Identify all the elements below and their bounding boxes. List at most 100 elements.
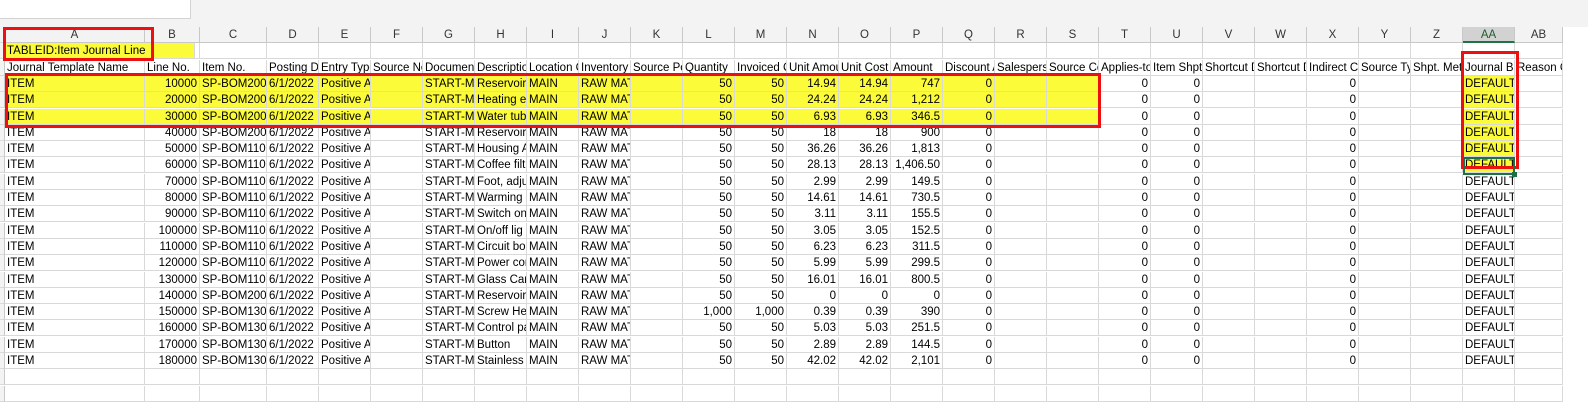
data-cell[interactable]: 180000 [145,353,200,369]
empty-cell[interactable] [1359,385,1411,402]
data-cell[interactable]: ITEM [5,320,145,337]
column-header-ab[interactable]: AB [1515,27,1563,43]
data-cell[interactable]: 0 [1151,255,1203,272]
data-cell[interactable]: START-MA [423,173,475,190]
data-cell[interactable]: 50 [735,173,787,190]
data-cell[interactable]: DEFAULT [1463,206,1515,223]
empty-cell[interactable] [145,385,200,402]
data-cell[interactable]: SP-BOM1107 [200,238,267,255]
data-cell[interactable]: 0 [1151,287,1203,304]
data-cell[interactable]: MAIN [527,141,579,158]
data-cell[interactable]: SP-BOM1105 [200,206,267,223]
data-cell[interactable]: 100000 [145,222,200,239]
data-cell[interactable] [371,141,423,158]
data-cell[interactable]: Control pa [475,320,527,337]
field-header-cell[interactable]: Inventory [579,59,631,76]
data-cell[interactable]: RAW MAT [579,92,631,109]
empty-cell[interactable] [1307,369,1359,386]
data-cell[interactable] [1047,238,1099,255]
data-cell[interactable] [1515,320,1563,337]
field-header-cell[interactable]: Invoiced C [735,59,787,76]
data-cell[interactable]: 6/1/2022 [267,157,319,174]
empty-cell[interactable] [1255,385,1307,402]
data-cell[interactable]: 5.03 [839,320,891,337]
data-cell[interactable] [371,287,423,304]
field-header-cell[interactable]: Amount [891,59,943,76]
data-cell[interactable]: 0 [1151,238,1203,255]
data-cell[interactable]: 14.94 [839,75,891,92]
data-cell[interactable]: 14.61 [787,190,839,206]
data-cell[interactable]: 6/1/2022 [267,108,319,125]
data-cell[interactable]: 36.26 [839,141,891,158]
data-cell[interactable]: SP-BOM1304 [200,353,267,369]
data-cell[interactable] [1515,255,1563,272]
field-header-cell[interactable]: Shortcut D [1255,59,1307,76]
empty-cell[interactable] [145,369,200,386]
data-cell[interactable]: START-MA [423,124,475,141]
data-cell[interactable]: 28.13 [839,157,891,174]
empty-cell[interactable] [1359,369,1411,386]
empty-cell[interactable] [1151,43,1203,60]
field-header-cell[interactable]: Quantity [683,59,735,76]
data-cell[interactable]: 50 [735,157,787,174]
data-cell[interactable]: 50 [735,206,787,223]
data-cell[interactable]: 0 [1151,157,1203,174]
data-cell[interactable]: ITEM [5,255,145,272]
data-cell[interactable] [1515,75,1563,92]
data-cell[interactable]: MAIN [527,353,579,369]
empty-cell[interactable] [527,385,579,402]
empty-cell[interactable] [1099,369,1151,386]
field-header-cell[interactable]: Unit Cost [839,59,891,76]
data-cell[interactable]: 0 [1099,238,1151,255]
data-cell[interactable] [371,206,423,223]
field-header-cell[interactable]: Applies-to [1099,59,1151,76]
empty-cell[interactable] [891,369,943,386]
data-cell[interactable]: 0 [1307,92,1359,109]
data-cell[interactable]: ITEM [5,271,145,288]
column-header-t[interactable]: T [1099,27,1151,43]
column-header-v[interactable]: V [1203,27,1255,43]
data-cell[interactable]: 0 [943,320,995,337]
data-cell[interactable]: SP-BOM1303 [200,336,267,353]
data-cell[interactable]: START-MA [423,255,475,272]
data-cell[interactable] [1047,92,1099,109]
column-header-x[interactable]: X [1307,27,1359,43]
data-cell[interactable]: 0 [1307,304,1359,321]
data-cell[interactable]: 0 [839,287,891,304]
data-cell[interactable] [1203,320,1255,337]
data-cell[interactable]: Positive Adjmt. [319,124,371,141]
data-cell[interactable]: 30000 [145,108,200,125]
data-cell[interactable]: 40000 [145,124,200,141]
data-cell[interactable] [995,141,1047,158]
data-cell[interactable]: 14.94 [787,75,839,92]
empty-cell[interactable] [5,369,145,386]
data-cell[interactable] [995,320,1047,337]
data-cell[interactable]: Switch on [475,206,527,223]
data-cell[interactable] [1411,75,1463,92]
field-header-cell[interactable]: Document [423,59,475,76]
data-cell[interactable]: SP-BOM1103 [200,173,267,190]
data-cell[interactable] [995,157,1047,174]
data-cell[interactable]: Heating el [475,92,527,109]
data-cell[interactable]: 6/1/2022 [267,271,319,288]
data-cell[interactable]: 50 [683,173,735,190]
empty-cell[interactable] [839,43,891,60]
empty-cell[interactable] [371,369,423,386]
data-cell[interactable]: 0 [943,141,995,158]
data-cell[interactable] [1255,271,1307,288]
data-cell[interactable] [1203,173,1255,190]
empty-cell[interactable] [1463,385,1515,402]
data-cell[interactable]: Positive Adjmt. [319,141,371,158]
data-cell[interactable]: 0 [1099,92,1151,109]
data-cell[interactable]: 0 [1307,173,1359,190]
data-cell[interactable] [1359,304,1411,321]
empty-cell[interactable] [200,369,267,386]
empty-cell[interactable] [579,369,631,386]
data-cell[interactable]: 0 [1099,141,1151,158]
data-cell[interactable]: 0 [1099,353,1151,369]
empty-cell[interactable] [683,385,735,402]
data-cell[interactable]: DEFAULT [1463,157,1515,174]
data-cell[interactable]: 311.5 [891,238,943,255]
empty-cell[interactable] [527,369,579,386]
data-cell[interactable] [1411,320,1463,337]
